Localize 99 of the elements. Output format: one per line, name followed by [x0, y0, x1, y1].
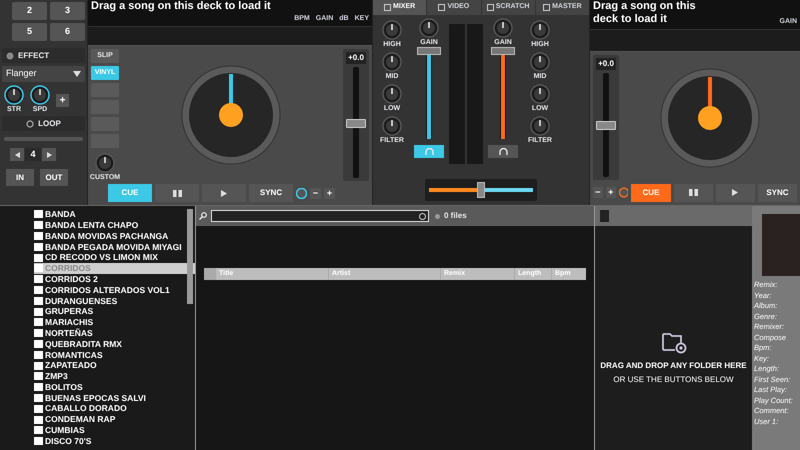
- pad-button[interactable]: 3: [50, 2, 85, 20]
- folder-item[interactable]: DISCO 70'S: [34, 436, 195, 447]
- album-art-placeholder: [762, 214, 800, 276]
- loop-size: 4: [25, 148, 41, 161]
- radio-icon[interactable]: [435, 214, 440, 218]
- tab-icon: [543, 4, 550, 11]
- folder-item[interactable]: CABALLO DORADO: [34, 403, 195, 414]
- jog-wheel[interactable]: [182, 66, 280, 164]
- play-icon: [221, 190, 227, 196]
- volume-fader-thumb[interactable]: [417, 47, 441, 55]
- folder-item[interactable]: DURANGUENSES: [34, 295, 195, 306]
- knob[interactable]: [530, 20, 550, 40]
- scrollbar[interactable]: [187, 209, 193, 304]
- tab-icon: [384, 4, 392, 11]
- folder-item[interactable]: BANDA MOVIDAS PACHANGA: [34, 230, 195, 242]
- tab-icon: [438, 4, 446, 11]
- clear-icon[interactable]: [419, 212, 426, 220]
- knob[interactable]: [530, 116, 550, 136]
- pause-icon: [172, 190, 182, 196]
- pitch-slider-thumb[interactable]: [346, 118, 366, 128]
- drop-hint: OR USE THE BUTTONS BELOW: [613, 374, 734, 386]
- pause-button[interactable]: [674, 184, 713, 202]
- folder-item[interactable]: ROMANTICAS: [34, 349, 195, 360]
- previous-button[interactable]: [10, 148, 24, 161]
- search-field[interactable]: [211, 210, 429, 222]
- plus-button[interactable]: +: [324, 188, 335, 198]
- plus-button[interactable]: +: [606, 187, 616, 198]
- pitch-reading: +0.0: [346, 52, 366, 64]
- knob[interactable]: [382, 116, 402, 136]
- folder-item[interactable]: CONDEMAN RAP: [34, 414, 195, 425]
- pause-button[interactable]: [155, 184, 199, 202]
- pad-button[interactable]: 5: [12, 23, 47, 41]
- next-button[interactable]: [42, 148, 56, 161]
- pad-button[interactable]: 6: [50, 23, 85, 41]
- left-arrow-icon: [14, 152, 20, 158]
- folder-item[interactable]: CORRIDOS ALTERADOS VOL1: [34, 284, 195, 296]
- folder-item[interactable]: BOLITOS: [34, 382, 195, 393]
- knob[interactable]: [30, 85, 50, 105]
- folder-item[interactable]: GRUPERAS: [34, 306, 195, 317]
- pitch-slider-thumb[interactable]: [596, 121, 616, 130]
- crossfader-thumb[interactable]: [477, 182, 485, 198]
- pitch-reading: +0.0: [596, 58, 616, 70]
- knob[interactable]: [493, 18, 513, 38]
- deck-prompt: Drag a song on this deck to load it: [593, 0, 697, 27]
- folder-item[interactable]: CORRIDOS 2: [34, 274, 195, 285]
- add-folder-icon: [660, 330, 686, 354]
- folder-item[interactable]: QUEBRADITA RMX: [34, 338, 195, 350]
- folder-item[interactable]: MARIACHIS: [34, 316, 195, 328]
- section-title: EFFECT: [18, 50, 50, 62]
- platter-label: [219, 103, 243, 127]
- file-count: 0 files: [444, 210, 467, 222]
- knob[interactable]: [382, 20, 402, 40]
- loop-slider-track[interactable]: [4, 137, 83, 141]
- folder-item[interactable]: NORTEÑAS: [34, 328, 195, 339]
- loop-out-button[interactable]: OUT: [40, 169, 68, 186]
- caret-icon: [73, 71, 81, 77]
- loop-in-button[interactable]: IN: [6, 169, 34, 186]
- knob[interactable]: [4, 85, 24, 105]
- headphone-cue-button[interactable]: [488, 145, 518, 158]
- headphones-icon: [498, 148, 508, 155]
- minus-button[interactable]: −: [593, 187, 603, 198]
- knob[interactable]: [530, 52, 550, 72]
- knob[interactable]: [419, 18, 439, 38]
- volume-fader-thumb[interactable]: [491, 47, 515, 55]
- knob[interactable]: [382, 84, 402, 104]
- sync-icon[interactable]: [296, 188, 307, 198]
- folder-item[interactable]: ZAPATEADO: [34, 360, 195, 371]
- play-icon: [732, 189, 738, 196]
- folder-item[interactable]: ZMP3: [34, 370, 195, 382]
- tab-icon: [486, 4, 494, 11]
- effect-dropdown[interactable]: Flanger: [2, 66, 85, 82]
- play-button[interactable]: [716, 184, 755, 202]
- folder-item[interactable]: BANDA: [34, 209, 195, 220]
- sync-icon[interactable]: [618, 187, 628, 198]
- pad-button[interactable]: 2: [12, 2, 47, 20]
- pause-icon: [688, 189, 698, 196]
- knob[interactable]: [382, 52, 402, 72]
- sync-button[interactable]: SYNC: [758, 184, 798, 202]
- deck-prompt: Drag a song on this deck to load it: [91, 0, 272, 14]
- add-button[interactable]: +: [56, 94, 69, 107]
- sync-button[interactable]: SYNC: [249, 184, 293, 202]
- folder-item[interactable]: CUMBIAS: [34, 424, 195, 436]
- headphones-icon: [424, 148, 434, 155]
- effect-icon: [6, 52, 14, 60]
- folder-item[interactable]: CD RECODO VS LIMON MIX: [34, 252, 195, 263]
- folder-item[interactable]: BUENAS EPOCAS SALVI: [34, 392, 195, 404]
- play-button[interactable]: [202, 184, 246, 202]
- knob[interactable]: [95, 153, 115, 173]
- minus-button[interactable]: −: [310, 188, 321, 198]
- folder-item[interactable]: BANDA LENTA CHAPO: [34, 220, 195, 231]
- folder-item[interactable]: BANDA PEGADA MOVIDA MIYAGI: [34, 241, 195, 252]
- jog-wheel[interactable]: [660, 68, 759, 167]
- section-title: LOOP: [38, 118, 61, 130]
- knob[interactable]: [530, 84, 550, 104]
- right-arrow-icon: [46, 152, 52, 158]
- platter-label: [698, 106, 722, 130]
- drop-hint: DRAG AND DROP ANY FOLDER HERE: [600, 360, 747, 372]
- search-icon: [199, 212, 207, 220]
- loop-icon: [26, 120, 34, 128]
